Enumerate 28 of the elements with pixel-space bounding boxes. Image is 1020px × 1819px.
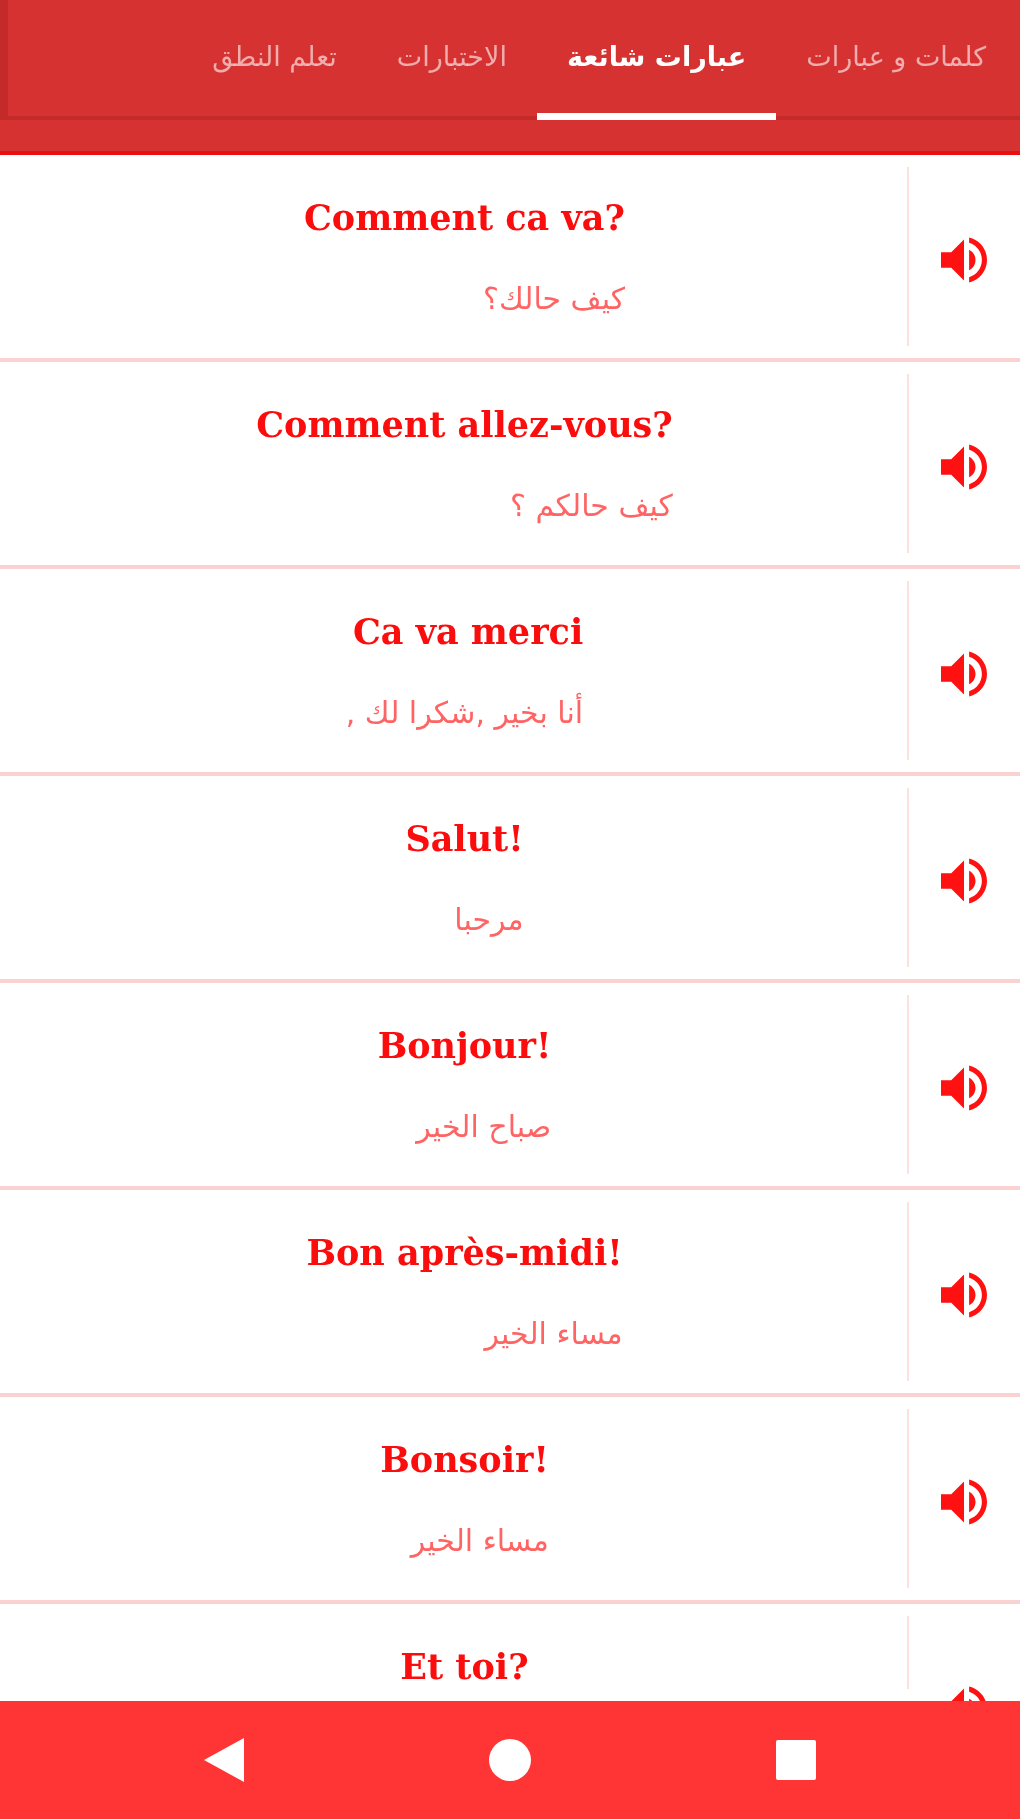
translation-text: كيف حالك؟	[483, 280, 625, 318]
phrase-text: Salut!	[405, 817, 524, 861]
tab[interactable]: عبارات شائعة	[536, 0, 777, 120]
tab[interactable]: تعلم النطق	[182, 0, 367, 120]
phrase-text: Bon après-midi!	[306, 1231, 623, 1275]
translation-text: مساء الخير	[410, 1522, 549, 1560]
speaker-icon[interactable]	[940, 1272, 987, 1318]
phrase-text: Bonsoir!	[380, 1438, 549, 1482]
tab[interactable]: الاختبارات	[366, 0, 537, 120]
speaker-icon[interactable]	[940, 651, 987, 697]
speaker-icon[interactable]	[940, 444, 987, 490]
translation-text: مساء الخير	[484, 1315, 623, 1353]
translation-text: مرحبا	[454, 901, 524, 939]
phrase-text: Bonjour!	[377, 1024, 552, 1068]
translation-text: كيف حالكم ؟	[510, 487, 673, 526]
speaker-icon[interactable]	[940, 1065, 987, 1111]
speaker-icon[interactable]	[940, 858, 987, 904]
back-icon[interactable]	[204, 1738, 244, 1782]
phrase-text: Et toi?	[400, 1645, 529, 1689]
translation-text: أنا بخير ,شكرا لك ,	[345, 691, 584, 735]
tab[interactable]: كلمات و عبارات	[776, 0, 1016, 120]
speaker-icon[interactable]	[940, 237, 987, 283]
phrase-text: Ca va merci	[352, 610, 584, 654]
translation-text: صباح الخير	[416, 1108, 552, 1146]
home-icon[interactable]	[489, 1739, 531, 1781]
phrase-text: Comment allez-vous?	[256, 403, 673, 447]
phrase-text: Comment ca va?	[303, 196, 625, 240]
speaker-icon[interactable]	[940, 1479, 987, 1525]
